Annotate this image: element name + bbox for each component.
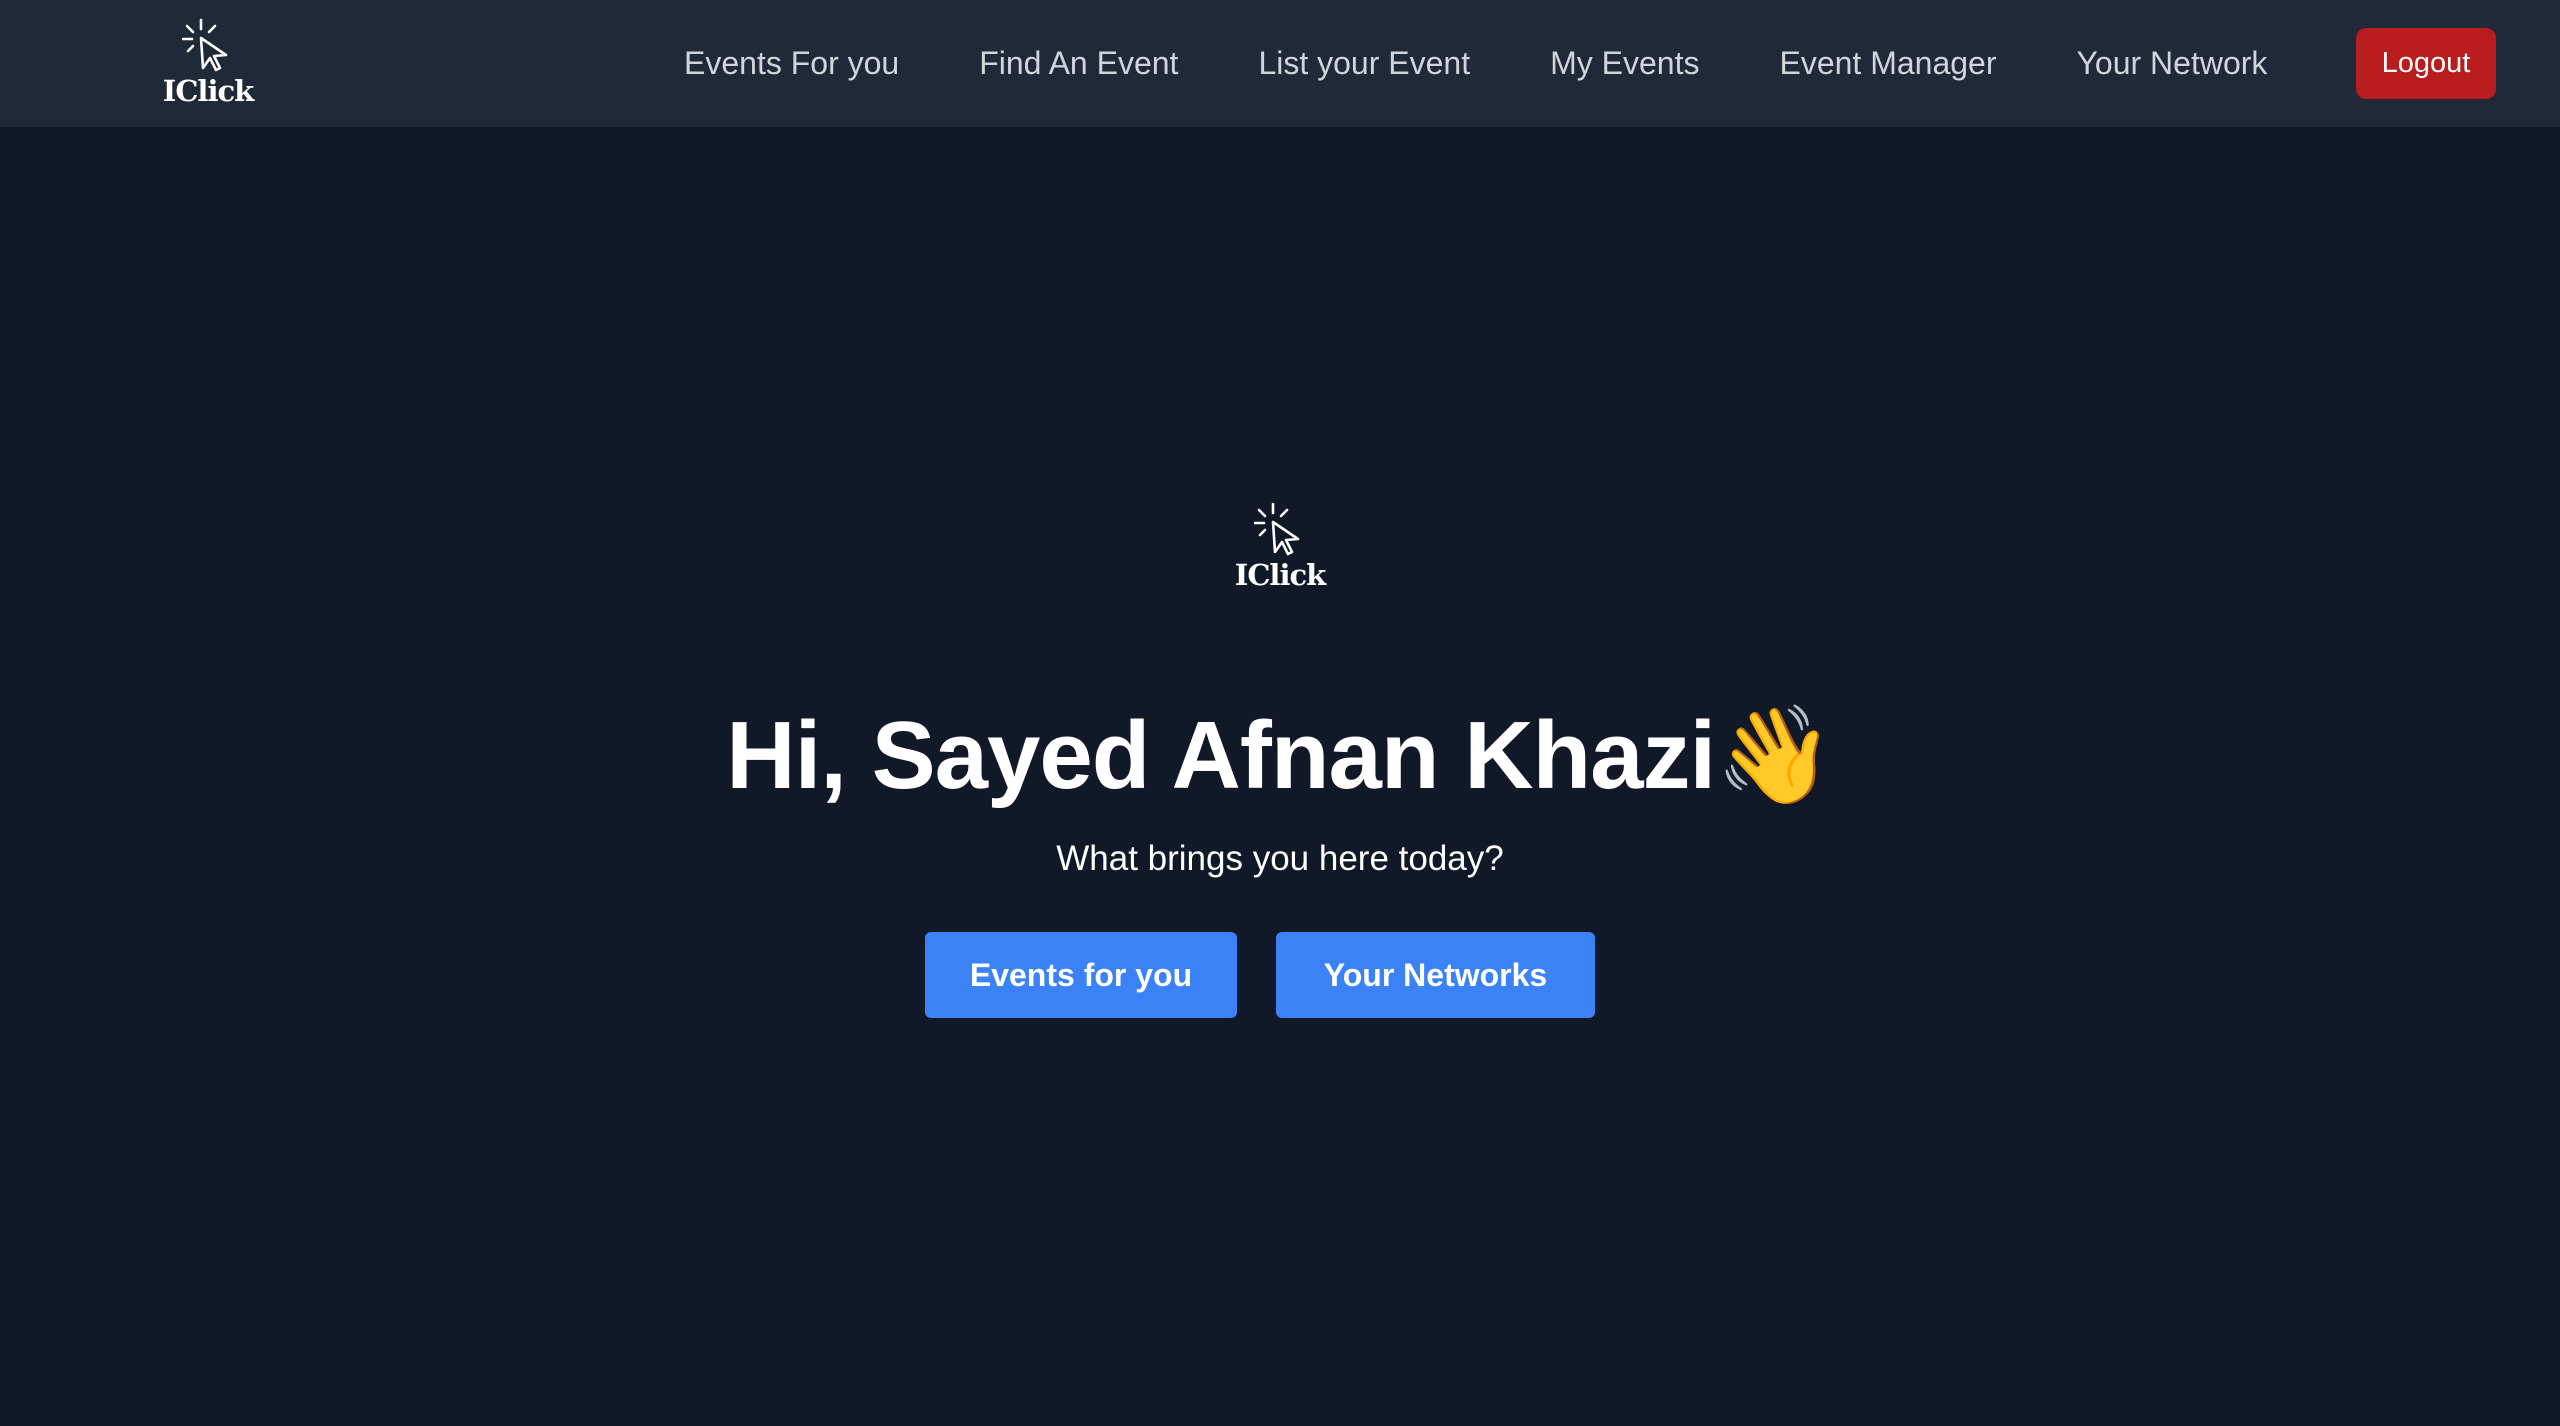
brand-name: IClick	[162, 74, 254, 108]
nav-events-for-you[interactable]: Events For you	[684, 45, 899, 82]
subtitle: What brings you here today?	[1056, 839, 1504, 878]
greeting-text: Hi, Sayed Afnan Khazi	[726, 702, 1716, 809]
hero-brand-name: IClick	[1234, 558, 1326, 592]
cursor-click-icon	[182, 18, 228, 72]
navbar: IClick Events For you Find An Event List…	[0, 0, 2560, 127]
your-networks-button[interactable]: Your Networks	[1276, 932, 1595, 1018]
nav-your-network[interactable]: Your Network	[2076, 45, 2267, 82]
nav-my-events[interactable]: My Events	[1550, 45, 1699, 82]
greeting-heading: Hi, Sayed Afnan Khazi👋	[0, 696, 2560, 815]
logout-button[interactable]: Logout	[2356, 28, 2496, 99]
nav-event-manager[interactable]: Event Manager	[1779, 45, 1996, 82]
waving-hand-icon: 👋	[1715, 699, 1835, 811]
nav-list-your-event[interactable]: List your Event	[1258, 45, 1470, 82]
nav-links: Events For you Find An Event List your E…	[684, 0, 2267, 127]
events-for-you-button[interactable]: Events for you	[925, 932, 1237, 1018]
navbar-logo[interactable]: IClick	[160, 18, 256, 110]
hero-logo: IClick	[1232, 502, 1328, 594]
cursor-click-icon	[1254, 502, 1300, 556]
nav-find-an-event[interactable]: Find An Event	[979, 45, 1178, 82]
